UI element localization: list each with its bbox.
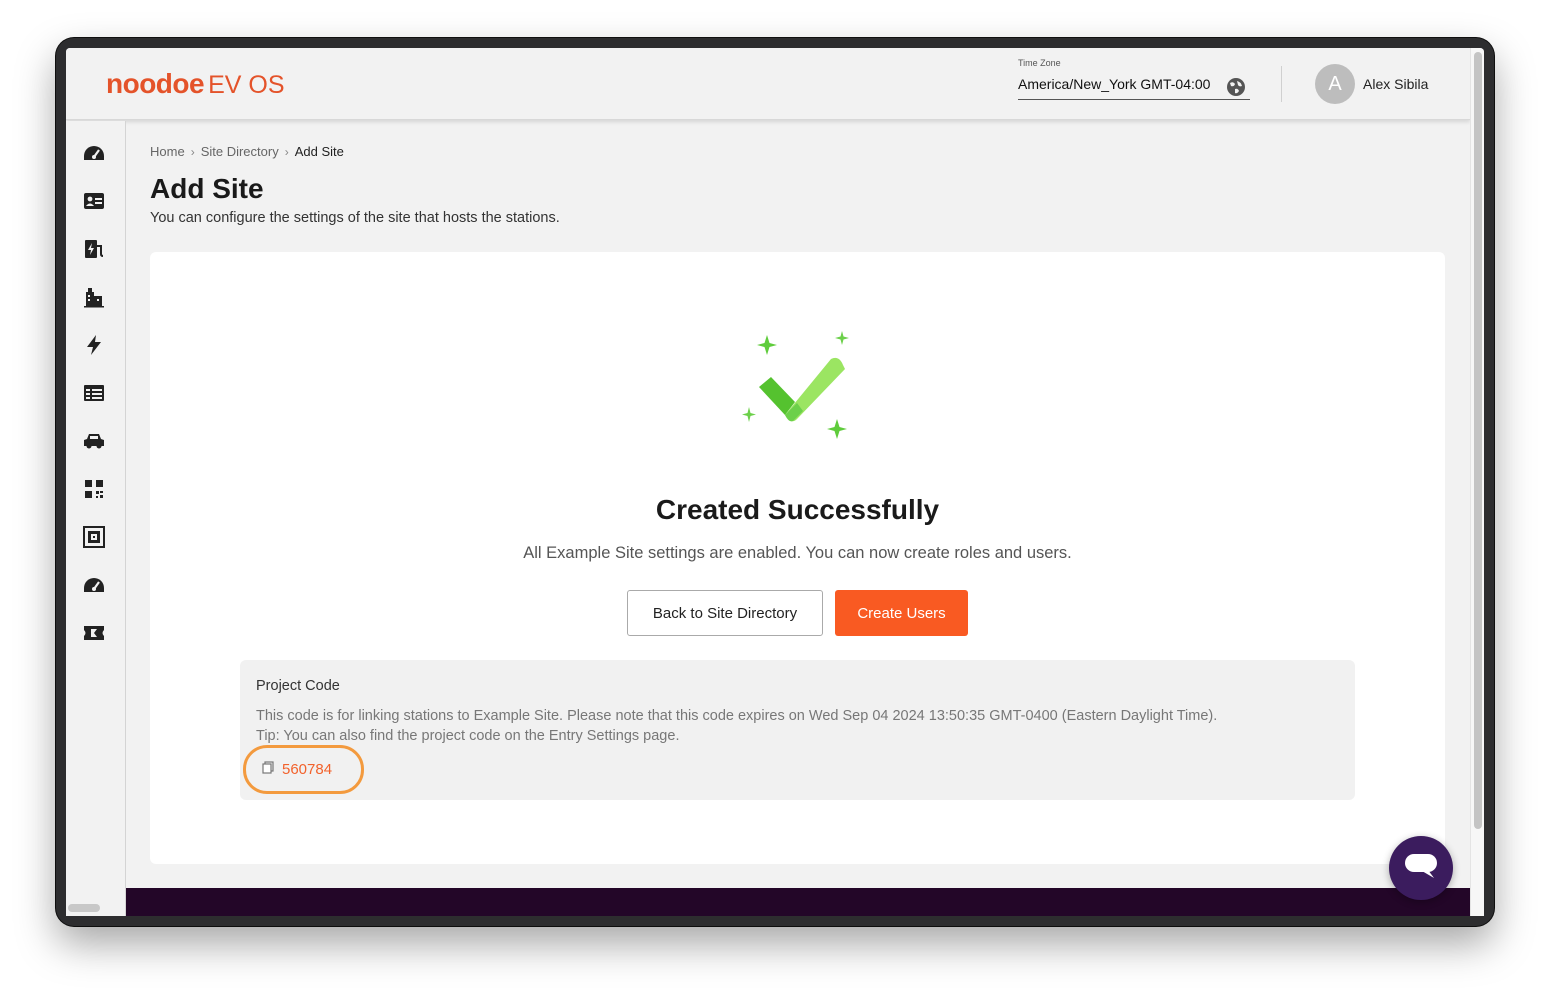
breadcrumb-site-directory[interactable]: Site Directory bbox=[201, 144, 279, 159]
project-code-title: Project Code bbox=[256, 678, 340, 694]
copy-project-code-button[interactable]: 560784 bbox=[262, 761, 332, 778]
back-to-site-directory-button[interactable]: Back to Site Directory bbox=[627, 590, 823, 636]
success-title: Created Successfully bbox=[655, 494, 940, 525]
chat-support-button[interactable] bbox=[1389, 836, 1453, 900]
project-code-description: This code is for linking stations to Exa… bbox=[256, 706, 1217, 746]
chat-bubble-icon bbox=[1404, 852, 1438, 885]
header-divider bbox=[1281, 66, 1282, 102]
lightning-bolt-icon[interactable] bbox=[82, 333, 106, 357]
brand-logo[interactable]: noodoe EV OS bbox=[106, 66, 285, 103]
avatar[interactable]: A bbox=[1315, 64, 1355, 104]
framed-device-icon[interactable] bbox=[82, 525, 106, 549]
success-checkmark-icon bbox=[737, 327, 857, 457]
table-list-icon[interactable] bbox=[82, 381, 106, 405]
app-window: noodoe EV OS Time Zone America/New_York G… bbox=[66, 48, 1484, 916]
success-card: Created Successfully All Example Site se… bbox=[150, 252, 1445, 864]
copy-icon bbox=[262, 761, 274, 778]
user-name[interactable]: Alex Sibila bbox=[1363, 76, 1428, 92]
sidebar bbox=[66, 121, 126, 916]
chevron-right-icon: › bbox=[190, 144, 195, 159]
gauge-icon[interactable] bbox=[82, 573, 106, 597]
breadcrumb: Home › Site Directory › Add Site bbox=[150, 144, 344, 159]
project-code-value: 560784 bbox=[282, 761, 333, 778]
globe-icon bbox=[1226, 77, 1246, 102]
qr-code-icon[interactable] bbox=[82, 477, 106, 501]
top-bar: noodoe EV OS Time Zone America/New_York G… bbox=[66, 48, 1470, 120]
project-code-highlight: 560784 bbox=[243, 745, 364, 794]
scrollbar-thumb[interactable] bbox=[1474, 52, 1482, 829]
project-code-tip: Tip: You can also find the project code … bbox=[256, 728, 680, 744]
timezone-value: America/New_York GMT-04:00 bbox=[1018, 76, 1211, 92]
timezone-label: Time Zone bbox=[1018, 58, 1061, 68]
page-subtitle: You can configure the settings of the si… bbox=[150, 210, 560, 226]
success-message: All Example Site settings are enabled. Y… bbox=[523, 544, 1072, 562]
id-card-icon[interactable] bbox=[82, 189, 106, 213]
create-users-button[interactable]: Create Users bbox=[835, 590, 968, 636]
chevron-right-icon: › bbox=[284, 144, 289, 159]
page-scrollbar[interactable] bbox=[1470, 48, 1484, 916]
project-code-panel: Project Code This code is for linking st… bbox=[240, 660, 1355, 800]
breadcrumb-home[interactable]: Home bbox=[150, 144, 185, 159]
footer-bar bbox=[126, 888, 1470, 916]
car-icon[interactable] bbox=[82, 429, 106, 453]
dashboard-gauge-icon[interactable] bbox=[82, 141, 106, 165]
breadcrumb-current: Add Site bbox=[294, 144, 344, 159]
timezone-select[interactable]: Time Zone America/New_York GMT-04:00 bbox=[1018, 58, 1250, 100]
buildings-icon[interactable] bbox=[82, 285, 106, 309]
ticket-icon[interactable] bbox=[82, 621, 106, 645]
sidebar-scrollbar[interactable] bbox=[68, 904, 100, 912]
charging-station-icon[interactable] bbox=[82, 237, 106, 261]
page-title: Add Site bbox=[150, 173, 264, 204]
main-content: Home › Site Directory › Add Site Add Sit… bbox=[126, 121, 1470, 916]
project-code-description-line1: This code is for linking stations to Exa… bbox=[256, 708, 1218, 724]
